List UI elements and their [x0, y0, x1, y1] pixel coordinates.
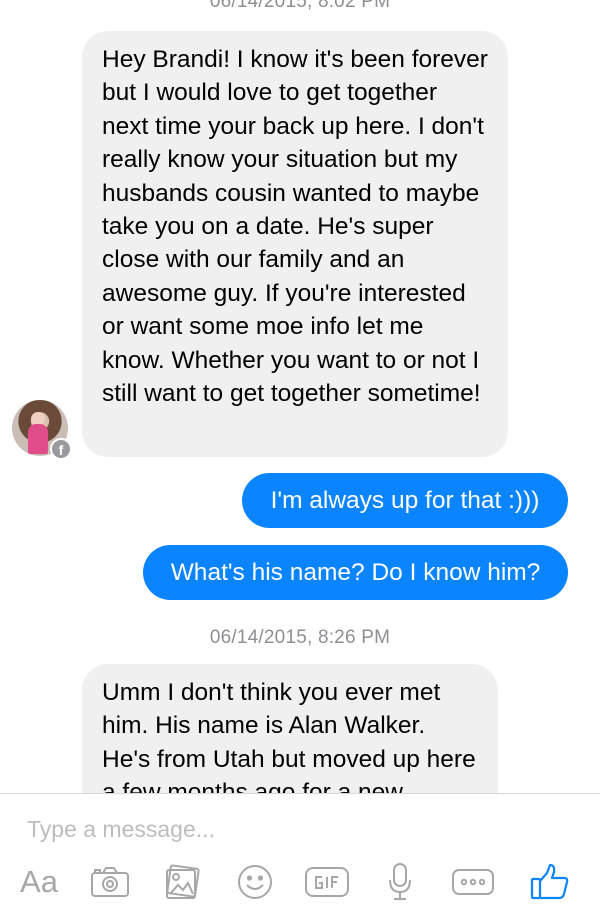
- microphone-icon[interactable]: [382, 860, 418, 904]
- incoming-message[interactable]: Umm I don't think you ever met him. His …: [82, 664, 498, 793]
- outgoing-message[interactable]: I'm always up for that :))): [242, 473, 568, 528]
- gif-icon[interactable]: [303, 860, 351, 904]
- like-icon[interactable]: [528, 860, 572, 904]
- composer: Type a message... Aa: [0, 793, 600, 922]
- camera-icon[interactable]: [88, 860, 132, 904]
- incoming-message[interactable]: Hey Brandi! I know it's been forever but…: [82, 31, 508, 457]
- text-format-icon[interactable]: Aa: [16, 860, 62, 904]
- more-icon[interactable]: [448, 860, 498, 904]
- avatar[interactable]: f: [12, 400, 72, 460]
- facebook-badge-icon: f: [50, 438, 72, 460]
- photo-icon[interactable]: [160, 860, 204, 904]
- timestamp: 06/14/2015, 8:26 PM: [209, 627, 391, 648]
- timestamp: 06/14/2015, 8:02 PM: [209, 0, 391, 12]
- composer-toolbar: Aa: [0, 860, 600, 910]
- outgoing-message[interactable]: What's his name? Do I know him?: [143, 545, 568, 600]
- message-input[interactable]: Type a message...: [27, 816, 215, 843]
- message-thread[interactable]: 06/14/2015, 8:02 PM Hey Brandi! I know i…: [0, 0, 600, 793]
- emoji-icon[interactable]: [233, 860, 277, 904]
